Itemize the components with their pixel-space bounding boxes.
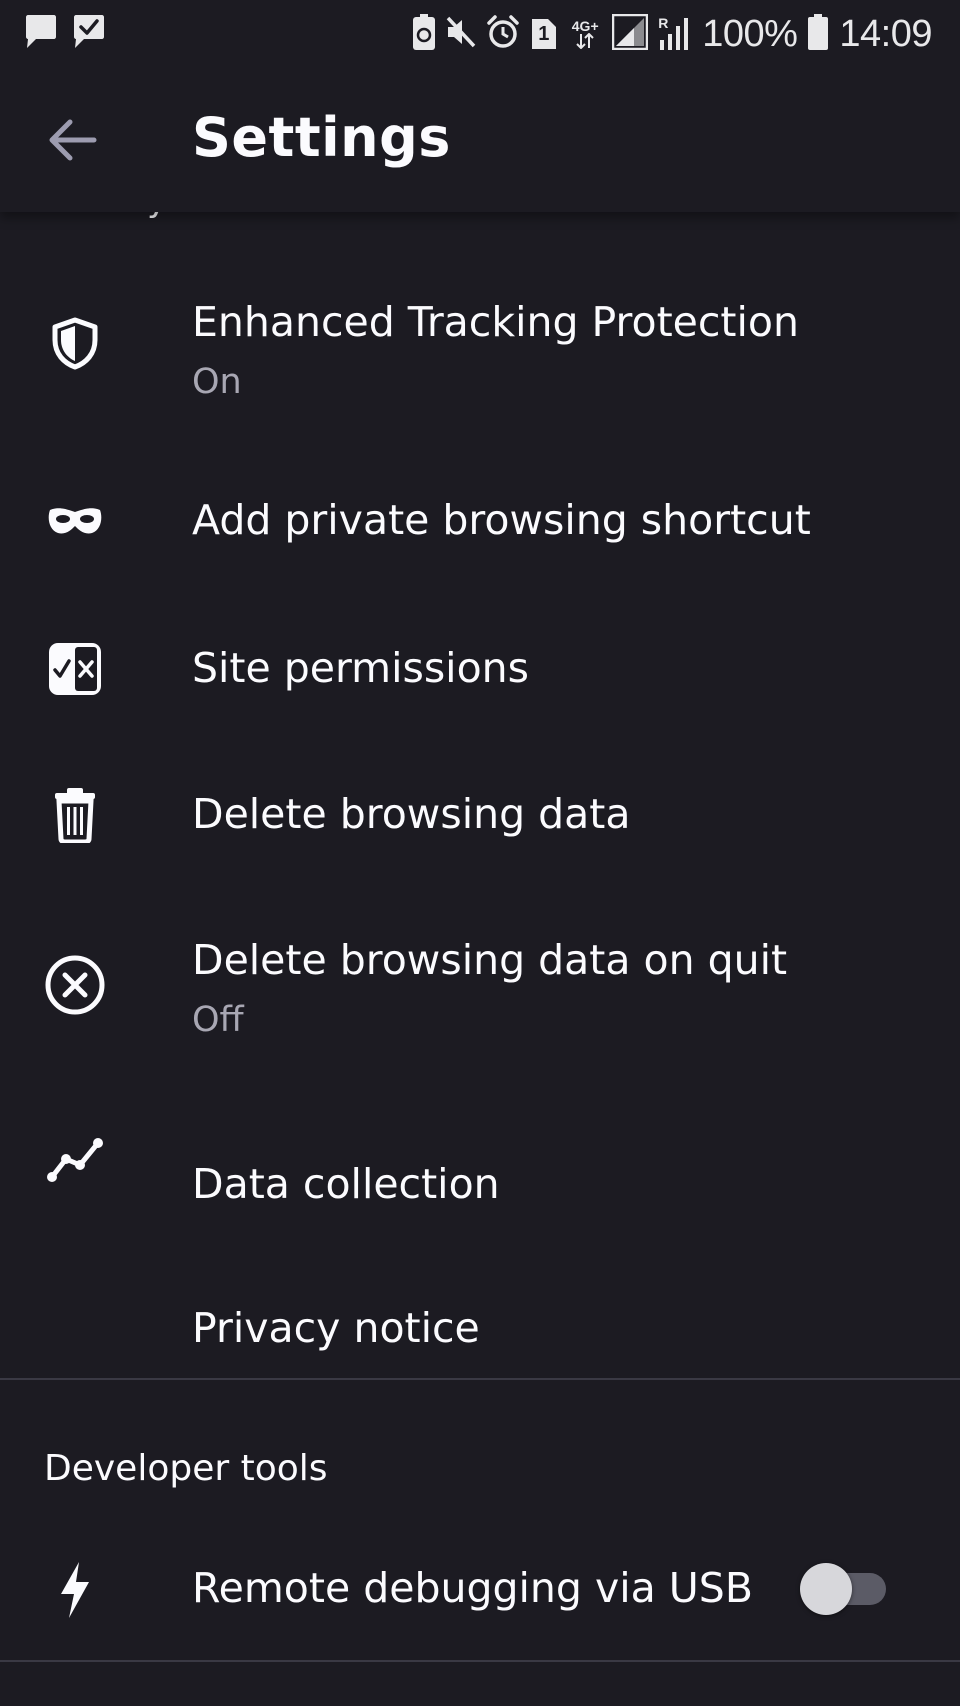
setting-title: Add private browsing shortcut — [192, 496, 811, 544]
site-permissions-icon — [40, 634, 110, 704]
page-title: Settings — [192, 106, 451, 169]
sim-number: 1 — [538, 23, 550, 45]
circle-close-icon — [40, 950, 110, 1020]
remote-debugging-toggle[interactable] — [800, 1561, 890, 1615]
developer-tools-section-header: Developer tools — [44, 1448, 328, 1489]
app-bar: Settings — [0, 70, 960, 212]
sim-1-icon: 1 — [530, 17, 558, 51]
setting-site-permissions[interactable]: Site permissions — [0, 608, 960, 733]
section-divider — [0, 1378, 960, 1380]
setting-enhanced-tracking-protection[interactable]: Enhanced Tracking Protection On — [0, 272, 960, 422]
trash-icon — [40, 780, 110, 850]
arrow-back-icon — [49, 119, 97, 161]
setting-privacy-notice[interactable]: Privacy notice — [0, 1250, 960, 1375]
setting-title: Privacy notice — [192, 1304, 480, 1352]
private-mask-icon — [40, 486, 110, 556]
setting-add-private-browsing-shortcut[interactable]: Add private browsing shortcut — [0, 462, 960, 587]
setting-title: Remote debugging via USB — [192, 1564, 753, 1612]
setting-title: Delete browsing data — [192, 790, 631, 838]
setting-title: Delete browsing data on quit — [192, 936, 788, 984]
setting-delete-browsing-data-on-quit[interactable]: Delete browsing data on quit Off — [0, 900, 960, 1065]
setting-subtitle: Off — [192, 1000, 244, 1040]
battery-icon — [807, 13, 829, 55]
chat-notification-icon — [24, 14, 58, 54]
toggle-thumb — [800, 1563, 852, 1615]
battery-percent: 100% — [702, 12, 798, 55]
settings-list: Privacy Enhanced Tracking Protection On … — [0, 0, 960, 1706]
network-type-label: 4G+ — [571, 18, 599, 34]
status-bar: 1 4G+ R 100% 14:09 — [0, 0, 960, 70]
data-collection-icon — [40, 1124, 110, 1194]
setting-data-collection[interactable]: Data collection — [0, 1100, 960, 1225]
setting-title: Data collection — [192, 1160, 500, 1208]
back-button[interactable] — [36, 104, 108, 176]
setting-delete-browsing-data[interactable]: Delete browsing data — [0, 754, 960, 879]
clock: 14:09 — [839, 12, 932, 55]
mute-icon — [446, 16, 476, 52]
battery-saver-icon — [412, 13, 436, 55]
alarm-icon — [486, 15, 520, 53]
shield-icon — [40, 308, 110, 378]
setting-title: Site permissions — [192, 644, 530, 692]
network-4g-icon: 4G+ — [568, 19, 602, 49]
section-divider — [0, 1660, 960, 1662]
lightning-icon — [40, 1555, 110, 1625]
setting-title: Enhanced Tracking Protection — [192, 298, 799, 346]
signal-icon — [611, 13, 649, 54]
setting-subtitle: On — [192, 362, 242, 402]
message-check-icon — [72, 14, 106, 54]
roaming-signal-icon: R — [658, 16, 692, 52]
